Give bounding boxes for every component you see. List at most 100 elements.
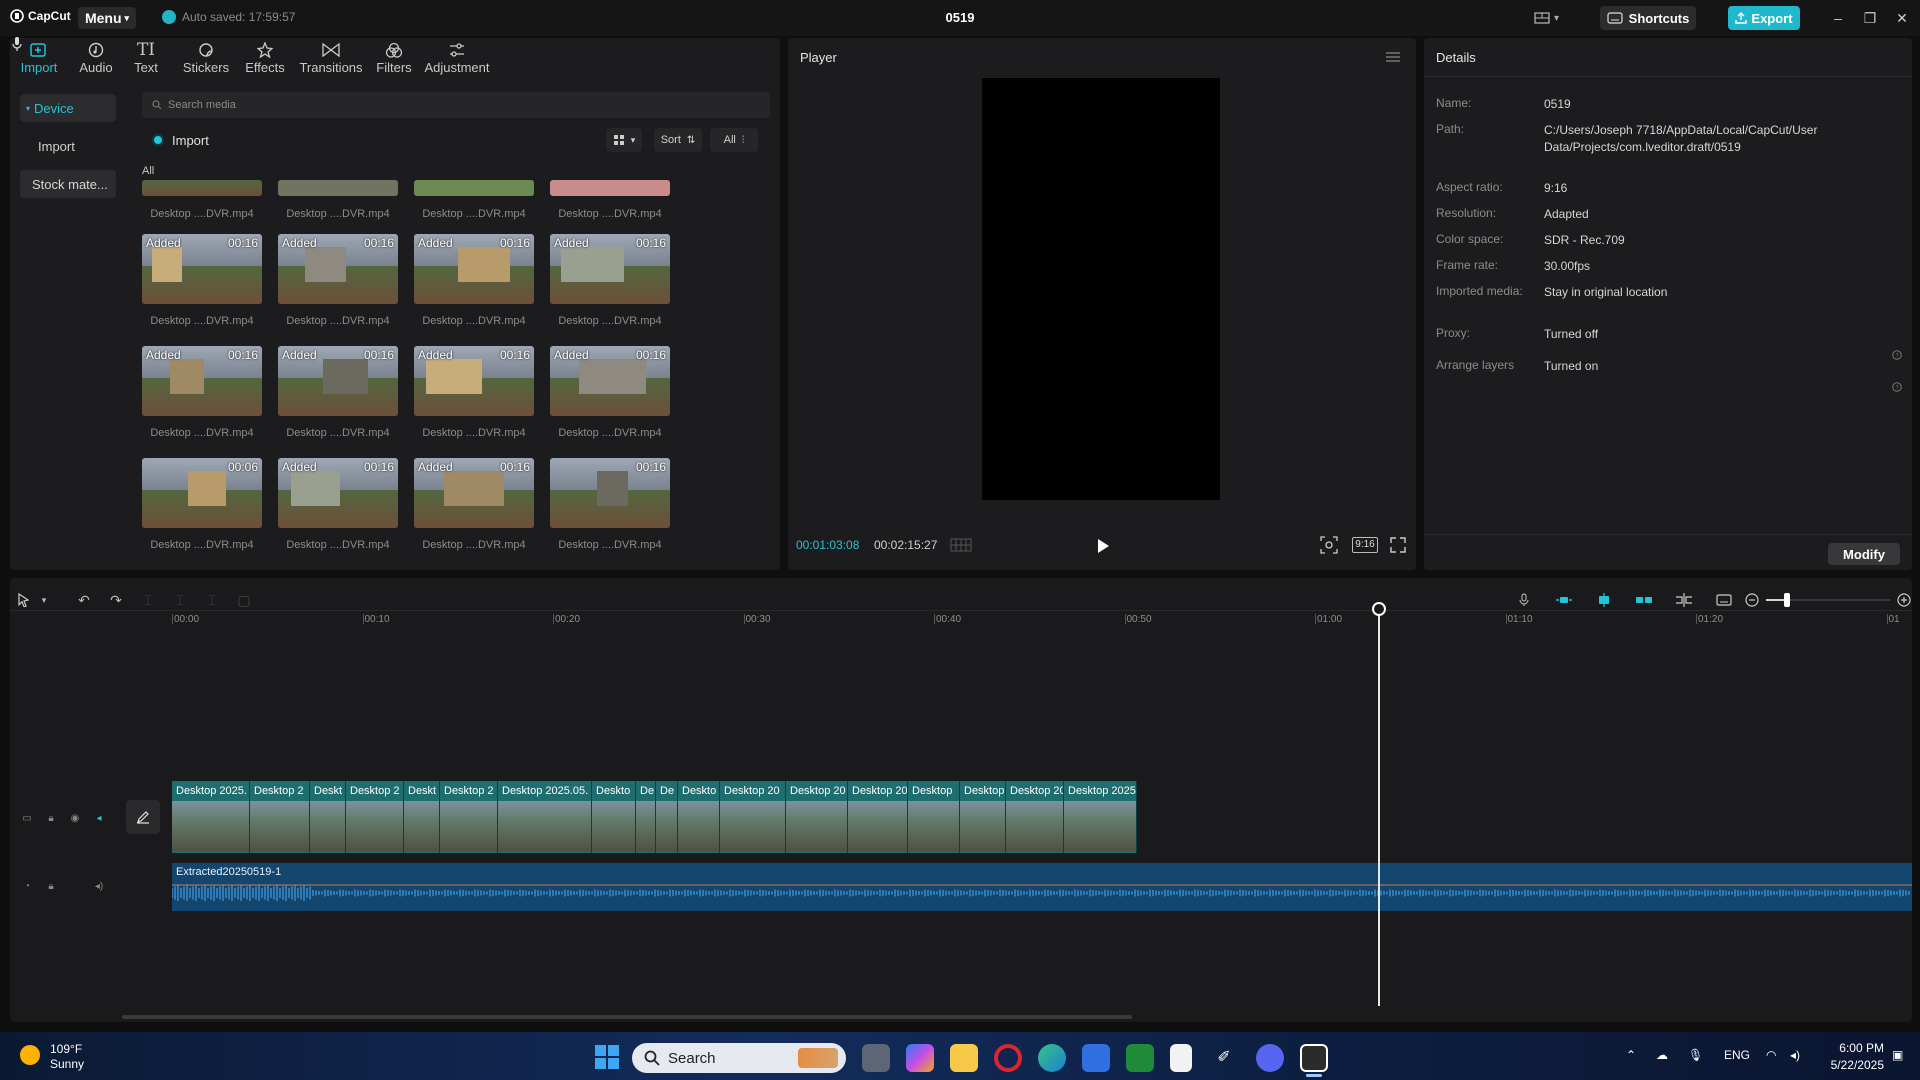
redo-icon[interactable]: ↷ [106,590,126,610]
sidebar-item-device[interactable]: ▾ Device [20,94,116,122]
show-hidden-icons-icon[interactable]: ⌃ [1626,1048,1636,1062]
media-thumbnail[interactable]: 00:16 [550,458,670,528]
video-clip[interactable]: Desktop 2025 [1064,781,1137,853]
video-clip[interactable]: Desktop 2025.05. [498,781,592,853]
fullscreen-icon[interactable] [1390,537,1406,553]
clock-date[interactable]: 5/22/2025 [1820,1058,1884,1072]
play-icon[interactable] [1096,538,1110,554]
speaker-icon[interactable]: ◂) [92,879,106,893]
zoom-out-icon[interactable] [1742,590,1762,610]
timeline-scrollbar[interactable] [122,1015,1132,1019]
video-clip[interactable]: Desktop 20 [848,781,908,853]
aspect-ratio-button[interactable]: 9:16 [1352,537,1378,553]
media-thumbnail[interactable]: Added 00:16 [278,346,398,416]
file-explorer-icon[interactable] [950,1044,978,1072]
video-clip[interactable]: Deskt [310,781,346,853]
media-thumbnail[interactable]: Added 00:16 [414,234,534,304]
info-icon[interactable]: ? [1892,350,1902,360]
game-app-icon[interactable] [1126,1044,1154,1072]
media-thumbnail[interactable]: Added 00:16 [142,234,262,304]
modify-button[interactable]: Modify [1828,543,1900,565]
store-icon[interactable] [1082,1044,1110,1072]
info-icon[interactable]: ? [1892,382,1902,392]
video-clip[interactable]: Desktop 2025. [172,781,250,853]
import-button[interactable]: Import [152,128,209,152]
search-input[interactable]: Search media [142,92,770,118]
task-view-icon[interactable] [862,1044,890,1072]
eye-icon[interactable]: ◉ [68,811,82,825]
tab-transitions[interactable]: Transitions [298,40,364,80]
media-thumbnail-partial[interactable] [278,180,398,196]
shortcuts-button[interactable]: Shortcuts [1600,6,1696,30]
preview-axis-icon[interactable] [1674,590,1694,610]
pen-app-icon[interactable]: ✐ [1210,1044,1238,1072]
minimize-icon[interactable]: – [1826,8,1850,28]
video-clip[interactable]: Desktop 20 [786,781,848,853]
volume-icon[interactable]: ◂) [1790,1048,1800,1062]
zoom-slider[interactable] [1766,593,1890,607]
microphone-icon[interactable]: 🎙︎ [1688,1048,1703,1062]
clock-time[interactable]: 6:00 PM [1834,1041,1884,1055]
language-indicator[interactable]: ENG [1724,1048,1750,1062]
sort-button[interactable]: Sort ⇅ [654,128,702,152]
tab-import[interactable]: Import [14,40,64,80]
restore-icon[interactable]: ❐ [1858,8,1882,28]
view-mode-button[interactable]: ▾ [606,128,642,152]
audio-toggle-icon[interactable]: ◂ [92,811,106,825]
split-right-icon[interactable]: ⌶ [202,590,222,610]
capcut-taskbar-icon[interactable] [1300,1044,1328,1072]
video-clip[interactable]: Desktop 20 [720,781,786,853]
video-clip[interactable]: De [656,781,678,853]
filter-button[interactable]: All ⫶ [710,128,758,152]
copilot-icon[interactable] [906,1044,934,1072]
audio-clip[interactable]: Extracted20250519-1 [172,863,1912,911]
caption-icon[interactable] [1714,590,1734,610]
split-left-icon[interactable]: ⌶ [170,590,190,610]
sidebar-item-stock-material[interactable]: Stock mate... [20,170,116,198]
sidebar-item-import[interactable]: Import [26,132,122,160]
media-thumbnail[interactable]: Added 00:16 [550,234,670,304]
video-clip[interactable]: Desktop [908,781,960,853]
media-thumbnail[interactable]: Added 00:16 [414,346,534,416]
video-clip[interactable]: Desktop 2 [346,781,404,853]
media-thumbnail[interactable]: Added 00:16 [142,346,262,416]
video-clip[interactable]: Deskto [678,781,720,853]
video-clip[interactable]: De [636,781,656,853]
zoom-slider-handle[interactable] [1784,593,1790,607]
discord-icon[interactable] [1256,1044,1284,1072]
main-track-magnet-icon[interactable] [1554,590,1574,610]
record-audio-icon[interactable] [1514,590,1534,610]
edge-icon[interactable] [1038,1044,1066,1072]
wifi-icon[interactable]: ◠ [1766,1048,1776,1062]
media-thumbnail[interactable]: Added 00:16 [278,458,398,528]
chevron-down-icon[interactable]: ▾ [34,590,54,610]
menu-button[interactable]: Menu ▾ [78,7,136,29]
tab-filters[interactable]: Filters [374,40,414,80]
select-tool-icon[interactable] [14,590,34,610]
media-thumbnail-partial[interactable] [550,180,670,196]
notepad-icon[interactable] [1170,1044,1192,1072]
sun-icon[interactable] [20,1045,40,1065]
media-thumbnail[interactable]: Added 00:16 [278,234,398,304]
playhead[interactable] [1372,602,1386,1006]
media-thumbnail[interactable]: Added 00:16 [414,458,534,528]
zoom-in-icon[interactable] [1894,590,1914,610]
hamburger-icon[interactable] [1386,52,1400,62]
media-thumbnail-partial[interactable] [142,180,262,196]
layout-button[interactable]: ▾ [1534,9,1570,27]
video-preview[interactable] [982,78,1220,500]
tab-adjustment[interactable]: Adjustment [422,40,492,80]
video-clip[interactable]: Deskto [592,781,636,853]
cover-icon[interactable]: ▭ [20,811,34,825]
video-clip[interactable]: Desktop 20 [1006,781,1064,853]
audio-track-icon[interactable]: ◔ [20,879,34,893]
notification-icon[interactable]: ▣ [1892,1048,1903,1062]
tab-audio[interactable]: Audio [74,40,118,80]
opera-icon[interactable] [994,1044,1022,1072]
start-icon[interactable] [594,1044,620,1070]
timeline-grid-icon[interactable] [950,538,972,552]
video-clip[interactable]: Desktop 2 [250,781,310,853]
lock-icon[interactable]: 🔒︎ [44,811,58,825]
media-thumbnail[interactable]: Added 00:16 [550,346,670,416]
edit-cover-button[interactable] [126,800,160,834]
